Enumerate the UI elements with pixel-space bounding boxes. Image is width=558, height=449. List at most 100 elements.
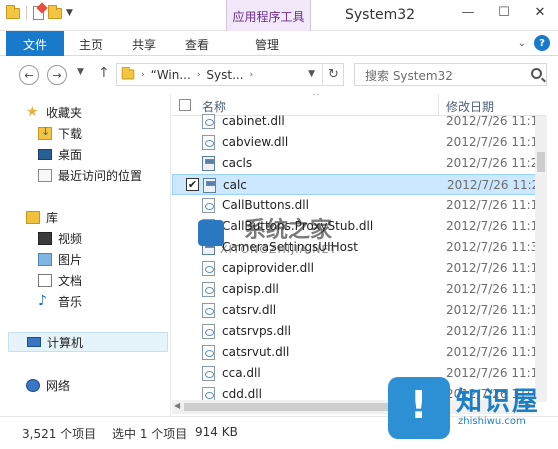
file-name: capisp.dll	[222, 282, 279, 296]
dll-file-icon	[202, 303, 215, 318]
site-logo: 知识屋 zhishiwu.com	[388, 377, 558, 449]
dll-file-icon	[202, 366, 215, 381]
close-button[interactable]: ✕	[522, 0, 558, 24]
tab-file[interactable]: 文件	[6, 31, 64, 56]
search-input[interactable]: 搜索 System32	[354, 63, 547, 86]
refresh-icon[interactable]: ↻	[322, 63, 344, 86]
selection-size: 914 KB	[195, 425, 238, 439]
window-title: System32	[345, 7, 416, 23]
computer-icon	[27, 337, 41, 347]
folder-icon[interactable]	[6, 4, 20, 19]
qat-dropdown-icon[interactable]: ▼	[66, 8, 73, 18]
scroll-left-icon[interactable]: ◀	[174, 401, 180, 410]
up-arrow-icon[interactable]: ↑	[98, 65, 110, 81]
vertical-scrollbar[interactable]	[535, 116, 547, 402]
file-date: 2012/7/26 11:1	[446, 198, 539, 212]
file-date: 2012/7/26 11:1	[446, 135, 539, 149]
sidebar-item-computer[interactable]: 计算机	[8, 332, 168, 352]
window-controls: — ☐ ✕	[450, 0, 558, 24]
library-icon	[26, 210, 40, 224]
sidebar-item-favorites[interactable]: ★ 收藏夹	[26, 102, 82, 122]
file-name: cabview.dll	[222, 135, 289, 149]
file-date: 2012/7/26 11:1	[446, 324, 539, 338]
ribbon-tabs: 文件 主页 共享 查看 管理 ⌄ ?	[0, 31, 558, 56]
breadcrumb-separator-icon[interactable]: ›	[141, 70, 145, 80]
new-folder-icon[interactable]	[48, 4, 62, 19]
file-row[interactable]: cacls 2012/7/26 11:2	[172, 153, 546, 174]
folder-icon	[121, 66, 135, 80]
breadcrumb-windows[interactable]: “Win...	[151, 68, 191, 82]
breadcrumb-system32[interactable]: Syst...	[206, 68, 243, 82]
dll-file-icon	[202, 324, 215, 339]
navigation-pane: ★ 收藏夹 下载 桌面 最近访问的位置 库 视频 图片 文档 ♪ 音乐 计算机 …	[0, 94, 171, 416]
file-date: 2012/7/26 11:3	[446, 240, 539, 254]
maximize-button[interactable]: ☐	[486, 0, 522, 24]
title-bar: ▼ 应用程序工具 System32 — ☐ ✕	[0, 0, 558, 31]
desktop-icon	[38, 148, 52, 160]
row-checkbox[interactable]: ✔	[186, 178, 199, 191]
tab-home[interactable]: 主页	[76, 31, 106, 56]
watermark-text: 系统之家	[244, 218, 333, 243]
picture-icon	[38, 252, 52, 266]
breadcrumb-separator-icon[interactable]: ›	[250, 70, 254, 80]
sidebar-item-label: 库	[46, 210, 59, 225]
select-all-checkbox[interactable]	[179, 99, 191, 111]
dll-file-icon	[202, 345, 215, 360]
sidebar-item-label: 音乐	[58, 294, 83, 309]
tab-manage[interactable]: 管理	[252, 31, 282, 56]
address-bar-row: ← → ▼ ↑ › “Win... › Syst... › ▼ ↻ 搜索 Sys…	[0, 56, 558, 94]
sidebar-item-music[interactable]: ♪ 音乐	[38, 291, 82, 311]
recent-locations-icon[interactable]: ▼	[77, 67, 84, 77]
address-dropdown-icon[interactable]: ▼	[308, 69, 315, 79]
search-icon[interactable]	[531, 68, 542, 79]
sidebar-item-recent[interactable]: 最近访问的位置	[38, 165, 142, 185]
context-tab-app-tools[interactable]: 应用程序工具	[226, 0, 311, 31]
file-date: 2012/7/26 11:2	[447, 178, 540, 192]
music-icon: ♪	[38, 292, 47, 309]
dll-file-icon	[202, 135, 215, 150]
file-name: cdd.dll	[222, 387, 262, 401]
sidebar-item-label: 网络	[46, 378, 71, 393]
minimize-button[interactable]: —	[450, 0, 486, 24]
file-date: 2012/7/26 11:1	[446, 282, 539, 296]
file-row[interactable]: ✔ calc 2012/7/26 11:2	[172, 174, 546, 195]
watermark: 系统之家 XITONGZHIJIA.NET	[198, 212, 388, 268]
sidebar-item-documents[interactable]: 文档	[38, 270, 82, 290]
file-date: 2012/7/26 11:2	[446, 156, 539, 170]
scrollbar-thumb[interactable]	[537, 152, 545, 172]
sidebar-item-label: 计算机	[47, 335, 84, 350]
sidebar-item-pictures[interactable]: 图片	[38, 249, 82, 269]
file-name: cca.dll	[222, 366, 261, 380]
help-icon[interactable]: ?	[534, 35, 550, 51]
properties-icon[interactable]	[33, 6, 44, 20]
forward-arrow-icon[interactable]: →	[47, 65, 67, 85]
sidebar-item-network[interactable]: 网络	[26, 375, 70, 395]
file-row[interactable]: catsrvps.dll 2012/7/26 11:1	[172, 321, 546, 342]
file-date: 2012/7/26 11:1	[446, 114, 539, 128]
sidebar-item-label: 桌面	[58, 147, 83, 162]
file-date: 2012/7/26 11:1	[446, 219, 539, 233]
file-row[interactable]: cabinet.dll 2012/7/26 11:1	[172, 111, 546, 132]
back-arrow-icon[interactable]: ←	[19, 65, 39, 85]
sidebar-item-downloads[interactable]: 下载	[38, 123, 82, 143]
file-row[interactable]: cabview.dll 2012/7/26 11:1	[172, 132, 546, 153]
sidebar-item-desktop[interactable]: 桌面	[38, 144, 82, 164]
breadcrumb-separator-icon[interactable]: ›	[197, 70, 201, 80]
sidebar-item-library[interactable]: 库	[26, 207, 58, 227]
sidebar-item-label: 文档	[58, 273, 83, 288]
logo-icon	[388, 377, 450, 439]
file-row[interactable]: catsrvut.dll 2012/7/26 11:1	[172, 342, 546, 363]
file-row[interactable]: capisp.dll 2012/7/26 11:1	[172, 279, 546, 300]
star-icon: ★	[26, 103, 39, 120]
file-row[interactable]: catsrv.dll 2012/7/26 11:1	[172, 300, 546, 321]
logo-text: 知识屋	[456, 387, 541, 417]
sidebar-item-label: 收藏夹	[46, 105, 83, 120]
sidebar-item-label: 图片	[58, 252, 83, 267]
tab-view[interactable]: 查看	[182, 31, 212, 56]
tab-share[interactable]: 共享	[129, 31, 159, 56]
address-field[interactable]: › “Win... › Syst... › ▼	[116, 63, 344, 86]
sidebar-item-videos[interactable]: 视频	[38, 228, 82, 248]
chevron-down-icon[interactable]: ⌄	[518, 38, 526, 49]
quick-access-toolbar: ▼	[6, 4, 73, 20]
dll-file-icon	[202, 114, 215, 129]
